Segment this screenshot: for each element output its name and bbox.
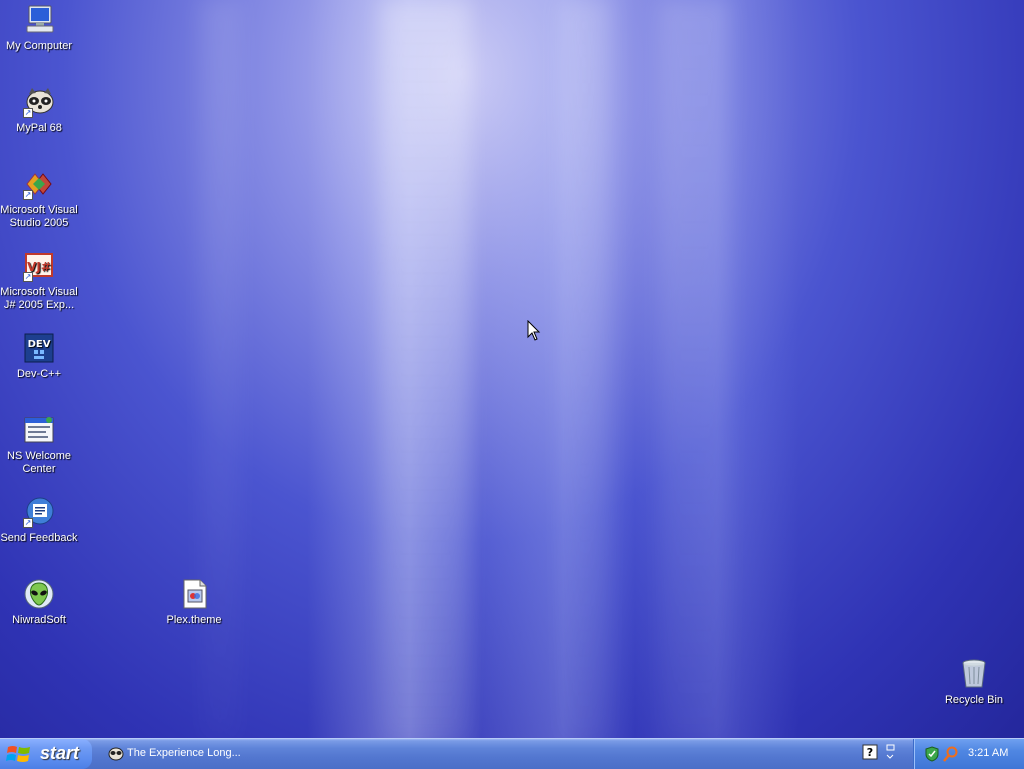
desktop-icon-dev-cpp[interactable]: DEV Dev-C++ [0,332,78,381]
dev-cpp-icon: DEV [23,332,55,364]
svg-text:?: ? [867,746,873,759]
wallpaper-ray [560,0,610,738]
wallpaper-ray [380,0,470,738]
desktop-icon-label: MyPal 68 [16,122,62,134]
clock[interactable]: 3:21 AM [968,747,1008,759]
taskbar: start The Experience Long... ? 3:21 AM [0,738,1024,769]
desktop-icon-visual-studio[interactable]: ↗ Microsoft Visual Studio 2005 [0,168,78,230]
taskbar-button-label: The Experience Long... [127,747,241,759]
shortcut-arrow-icon: ↗ [23,108,33,118]
start-label: start [40,743,80,763]
desktop-icon-label: Recycle Bin [944,694,1004,706]
desktop-icon-my-computer[interactable]: My Computer [0,4,78,53]
desktop-icon-label: Microsoft Visual Studio 2005 [0,204,78,229]
desktop-icon-label: NiwradSoft [12,614,66,626]
desktop-icon-vjsharp[interactable]: VJ# ↗ Microsoft Visual J# 2005 Exp... [0,250,78,312]
desktop-icon-label: Microsoft Visual J# 2005 Exp... [0,286,78,311]
taskbar-button-experience[interactable]: The Experience Long... [104,741,264,765]
start-button[interactable]: start [0,739,92,769]
welcome-center-icon [23,414,55,446]
desktop-icon-mypal[interactable]: ↗ MyPal 68 [0,86,78,135]
mouse-cursor-icon [527,320,541,341]
desktop[interactable]: My Computer ↗ MyPal 68 ↗ Microsoft Visua… [0,0,1024,738]
recycle-bin-icon [958,658,990,690]
restore-language-bar-icon[interactable] [884,744,896,760]
wallpaper-ray [200,0,240,738]
my-computer-icon [23,4,55,36]
desktop-icon-label: My Computer [5,40,73,52]
desktop-icon-label: NS Welcome Center [7,450,71,475]
svg-text:DEV: DEV [28,339,51,350]
mypal-task-icon [108,747,124,761]
system-tray: 3:21 AM [913,739,1024,769]
wallpaper-ray [660,0,730,738]
desktop-icon-niwradsoft[interactable]: NiwradSoft [0,578,78,627]
desktop-icon-plex-theme[interactable]: Plex.theme [155,578,233,627]
shortcut-arrow-icon: ↗ [23,190,33,200]
theme-file-icon [178,578,210,610]
desktop-icon-label: Dev-C++ [16,368,62,380]
desktop-icon-label: Send Feedback [0,532,78,544]
visual-studio-icon: ↗ [23,168,55,200]
mypal-icon: ↗ [23,86,55,118]
desktop-icon-recycle-bin[interactable]: Recycle Bin [935,658,1013,707]
send-feedback-icon: ↗ [23,496,55,528]
desktop-icon-welcome-center[interactable]: NS Welcome Center [0,414,78,476]
desktop-icon-send-feedback[interactable]: ↗ Send Feedback [0,496,78,545]
security-shield-icon[interactable] [924,746,940,762]
niwradsoft-icon [23,578,55,610]
windows-logo-icon [6,746,30,762]
shortcut-arrow-icon: ↗ [23,518,33,528]
desktop-icon-label: Plex.theme [166,614,222,626]
shortcut-arrow-icon: ↗ [23,272,33,282]
search-magnifier-icon[interactable] [943,746,959,762]
vjsharp-icon: VJ# ↗ [23,250,55,282]
help-icon[interactable]: ? [862,744,878,760]
